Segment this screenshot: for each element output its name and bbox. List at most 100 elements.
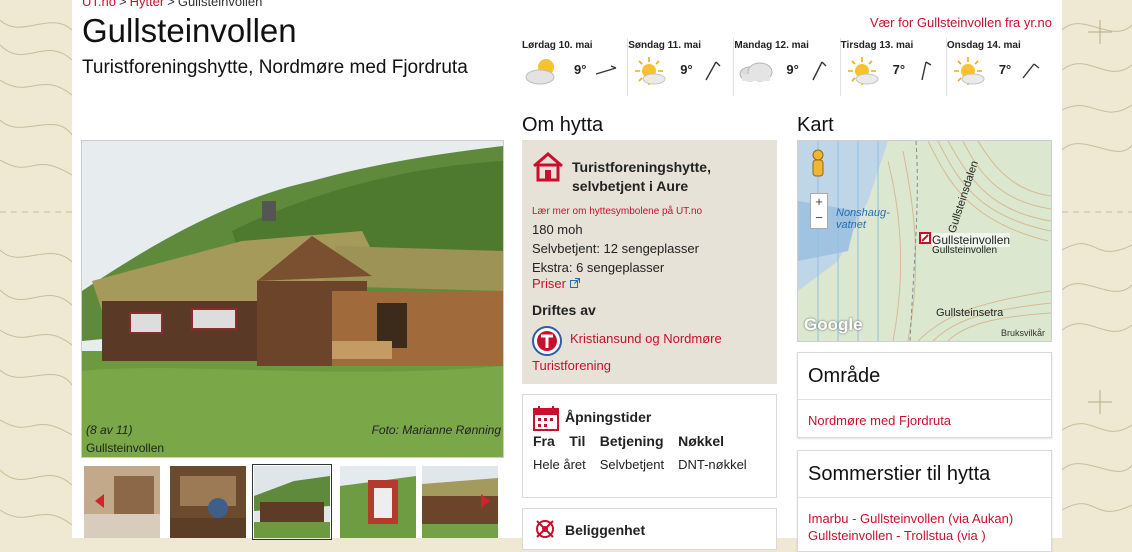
- cabin-photo: [82, 141, 503, 457]
- photo-credit: Foto: Marianne Rønning: [371, 423, 501, 437]
- thumbnail-image: [170, 466, 246, 538]
- prices-link-label: Priser: [532, 276, 566, 291]
- summer-trails-box: Sommerstier til hytta Imarbu - Gullstein…: [797, 450, 1052, 552]
- google-logo: Google: [804, 315, 863, 334]
- photo-gallery[interactable]: (8 av 11) Foto: Marianne Rønning Gullste…: [81, 140, 504, 458]
- sun-cloud-icon: [953, 57, 985, 85]
- location-heading: Beliggenhet: [565, 522, 646, 538]
- operator-link[interactable]: Kristiansund og Nordmøre: [570, 331, 722, 346]
- column-header: Fra: [533, 433, 555, 449]
- cabin-facts: 180 moh Selvbetjent: 12 sengeplasser Eks…: [532, 220, 699, 277]
- map-label-lake: Nonshaug-: [836, 207, 890, 219]
- weather-day: Tirsdag 13. mai 7°: [839, 38, 946, 96]
- map-label-lake-continued: vatnet: [836, 219, 866, 231]
- cabin-type-icon: [533, 152, 563, 182]
- breadcrumb-link-home[interactable]: UT.no: [82, 0, 116, 9]
- sun-cloud-icon: [847, 57, 879, 85]
- page-title: Gullsteinvollen: [82, 12, 297, 49]
- column-header: Til: [569, 433, 586, 449]
- yr-weather-link[interactable]: Vær for Gullsteinvollen fra yr.no: [870, 15, 1052, 30]
- breadcrumb-current: Gullsteinvollen: [177, 0, 263, 9]
- opening-hours-table: Fra Til Betjening Nøkkel Hele året Selvb…: [533, 433, 761, 472]
- map-view[interactable]: + − Gullsteinvollen Gullsteinsdalen Gull…: [797, 140, 1052, 342]
- weather-day-label: Lørdag 10. mai: [522, 40, 593, 51]
- partly-cloudy-icon: [525, 59, 555, 85]
- breadcrumb-link-hytter[interactable]: Hytter: [130, 0, 165, 9]
- weather-forecast: Lørdag 10. mai 9° Søndag 11. mai 9° Mand…: [522, 38, 1052, 96]
- weather-temp: 9°: [680, 62, 693, 77]
- zoom-out-button[interactable]: −: [811, 210, 827, 226]
- weather-day-label: Mandag 12. mai: [734, 40, 809, 51]
- thumbnail-strip: [84, 464, 502, 540]
- opening-hours-box: Åpningstider Fra Til Betjening Nøkkel He…: [522, 394, 777, 498]
- wind-arrow-icon: [920, 61, 931, 81]
- pegman-icon[interactable]: [812, 149, 824, 177]
- weather-temp: 9°: [786, 62, 799, 77]
- previous-photo-arrow-icon[interactable]: [95, 494, 104, 508]
- weather-day: Lørdag 10. mai 9°: [522, 38, 627, 96]
- period-cell: Hele året: [533, 457, 586, 472]
- extra-beds: Ekstra: 6 sengeplasser: [532, 260, 665, 275]
- self-service-beds: Selvbetjent: 12 sengeplasser: [532, 241, 699, 256]
- trail-link[interactable]: Gullsteinvollen - Trollstua (via ): [808, 528, 986, 543]
- external-link-icon: [569, 278, 580, 288]
- location-box: Beliggenhet: [522, 508, 777, 550]
- altitude: 180 moh: [532, 222, 583, 237]
- cabin-symbols-link[interactable]: Lær mer om hyttesymbolene på UT.no: [532, 206, 702, 217]
- prices-link[interactable]: Priser: [532, 276, 580, 291]
- weather-day-label: Tirsdag 13. mai: [840, 40, 914, 51]
- page-subtitle: Turistforeningshytte, Nordmøre med Fjord…: [82, 57, 468, 78]
- weather-day: Onsdag 14. mai 7°: [945, 38, 1052, 96]
- compass-icon: [536, 520, 554, 538]
- weather-day-label: Søndag 11. mai: [628, 40, 702, 51]
- breadcrumb: UT.no > Hytter > Gullsteinvollen: [82, 0, 262, 9]
- next-photo-arrow-icon[interactable]: [481, 494, 490, 508]
- thumbnail[interactable]: [340, 466, 416, 538]
- key-cell: DNT-nøkkel: [678, 457, 747, 472]
- thumbnail-image: [254, 466, 330, 538]
- cloud-icon: [739, 62, 773, 82]
- cabin-type: Turistforeningshytte, selvbetjent i Aure: [572, 159, 711, 194]
- column-header: Nøkkel: [678, 433, 724, 449]
- about-box: Turistforeningshytte, selvbetjent i Aure…: [522, 140, 777, 384]
- topographic-background-right: [1062, 20, 1132, 512]
- operator-link-continued[interactable]: Turistforening: [532, 358, 611, 373]
- weather-temp: 7°: [892, 62, 906, 77]
- service-cell: Selvbetjent: [599, 457, 665, 472]
- photo-counter: (8 av 11): [86, 423, 133, 437]
- thumbnail[interactable]: [170, 466, 246, 538]
- page-content: UT.no > Hytter > Gullsteinvollen Gullsteinvo…: [72, 0, 1062, 552]
- weather-temp: 9°: [574, 62, 587, 77]
- area-link[interactable]: Nordmøre med Fjordruta: [808, 413, 951, 428]
- dnt-logo-icon: [532, 326, 562, 356]
- weather-day: Mandag 12. mai 9°: [733, 38, 839, 96]
- zoom-in-button[interactable]: +: [811, 194, 827, 210]
- about-heading: Om hytta: [522, 114, 604, 136]
- column-header: Betjening: [599, 433, 664, 449]
- wind-arrow-icon: [595, 65, 617, 75]
- weather-temp: 7°: [998, 62, 1012, 77]
- weather-day-label: Onsdag 14. mai: [946, 40, 1021, 51]
- opening-hours-heading: Åpningstider: [565, 409, 652, 425]
- calendar-icon: [533, 406, 559, 431]
- thumbnail-image: [340, 466, 416, 538]
- sun-cloud-icon: [635, 57, 666, 85]
- map-terms-link[interactable]: Bruksvilkår: [1001, 328, 1045, 338]
- summer-trails-heading: Sommerstier til hytta: [798, 451, 1051, 498]
- operated-by-heading: Driftes av: [532, 302, 596, 318]
- trail-link[interactable]: Imarbu - Gullsteinvollen (via Aukan): [808, 511, 1013, 526]
- area-box: Område Nordmøre med Fjordruta: [797, 352, 1052, 438]
- map-terrain: [798, 141, 1051, 341]
- area-heading: Område: [798, 353, 1051, 400]
- wind-arrow-icon: [812, 61, 827, 81]
- map-label-place: Gullsteinvollen: [932, 245, 998, 256]
- wind-arrow-icon: [1022, 63, 1040, 79]
- wind-arrow-icon: [705, 61, 721, 81]
- topographic-background-left: [0, 19, 72, 526]
- map-zoom-control[interactable]: + −: [810, 193, 828, 229]
- table-row: Hele året Selvbetjent DNT-nøkkel: [533, 453, 761, 472]
- thumbnail-selected[interactable]: [252, 464, 332, 540]
- weather-day: Søndag 11. mai 9°: [627, 38, 733, 96]
- map-heading: Kart: [797, 114, 834, 136]
- map-label-farm: Gullsteinsetra: [936, 307, 1004, 319]
